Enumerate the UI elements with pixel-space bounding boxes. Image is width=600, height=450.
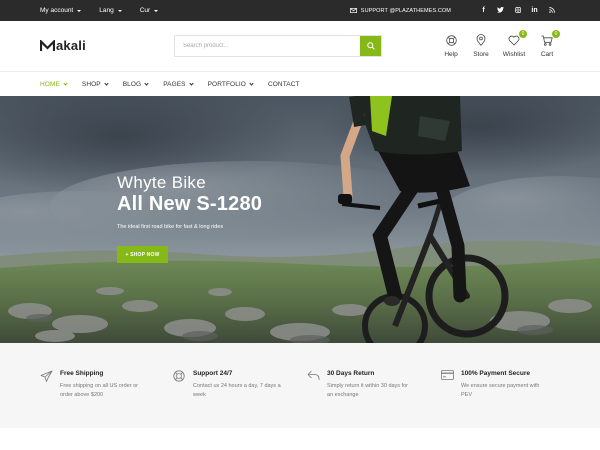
hero-description: The ideal first road bike for fast & lon… [117,224,224,230]
credit-card-icon [441,370,454,380]
site-header: akali Help [0,21,600,71]
chevron-down-icon [249,81,254,86]
feature-description-line: order above $200 [60,392,104,398]
support-email-text: SUPPORT @PLAZATHEMES.COM [360,7,451,14]
twitter-icon[interactable] [492,7,509,14]
chevron-down-icon [104,81,109,86]
facebook-icon[interactable]: f [475,7,492,14]
nav-item-blog[interactable]: BLOG [122,81,149,88]
nav-item-label: CONTACT [267,81,300,88]
my-account-dropdown[interactable]: My account [40,7,82,14]
chevron-down-icon [77,9,82,12]
top-bar: My account Lang Cur SUPPORT @PLAZATHEMES… [0,0,600,21]
nav-item-home[interactable]: HOME [40,81,68,88]
nav-item-portfolio[interactable]: PORTFOLIO [207,81,254,88]
search-bar [174,35,382,57]
wishlist-link[interactable]: 0 Wishlist [496,30,532,58]
linkedin-icon[interactable]: in [526,7,543,14]
top-bar-right: SUPPORT @PLAZATHEMES.COM f in [349,0,560,21]
logo[interactable]: akali [40,38,86,53]
logo-mark-icon [40,39,55,51]
chevron-down-icon [144,81,149,86]
hero-title: All New S-1280 [117,193,263,215]
chevron-down-icon [189,81,194,86]
heart-icon [508,35,520,46]
chevron-down-icon [63,81,68,86]
return-icon [307,370,320,380]
feature-description-line: an exchange [327,392,359,398]
feature-description-line: Contact us 24 hours a day, 7 days a [193,383,281,389]
language-label: Lang [99,7,114,14]
feature-description-line: Simply return it within 30 days for [327,383,409,389]
nav-item-label: BLOG [122,81,142,88]
help-link[interactable]: Help [436,33,466,58]
search-icon [366,42,375,50]
feature-description-line: We ensure secure payment with [461,383,540,389]
chevron-down-icon [117,9,122,12]
main-nav: HOME SHOP BLOG PAGES PORTFOLIO CONTACT [0,71,600,96]
currency-dropdown[interactable]: Cur [139,7,159,14]
features-strip: Free Shipping Free shipping on all US or… [0,343,600,428]
hero-banner: Whyte Bike All New S-1280 The ideal firs… [0,96,600,343]
wishlist-label: Wishlist [502,51,526,58]
feature-free-shipping: Free Shipping Free shipping on all US or… [40,370,165,400]
store-label: Store [473,51,489,58]
logo-text: akali [56,38,86,53]
top-bar-left: My account Lang Cur [40,0,159,21]
my-account-label: My account [40,7,74,14]
lifebuoy-icon [445,34,457,46]
wishlist-count-badge: 0 [519,30,527,38]
nav-item-label: HOME [40,81,60,88]
hero-text: Whyte Bike All New S-1280 The ideal firs… [117,173,262,230]
nav-item-pages[interactable]: PAGES [163,81,194,88]
nav-item-shop[interactable]: SHOP [81,81,109,88]
plane-icon [40,370,53,382]
instagram-icon[interactable] [509,7,526,14]
feature-description-line: week [193,392,206,398]
feature-title: 100% Payment Secure [461,370,531,377]
feature-title: 30 Days Return [327,370,375,377]
cart-label: Cart [540,51,554,58]
cart-count-badge: 0 [552,30,560,38]
mail-icon [349,8,357,13]
support-email-link[interactable]: SUPPORT @PLAZATHEMES.COM [349,7,451,14]
search-input[interactable] [175,36,360,56]
feature-support: Support 24/7 Contact us 24 hours a day, … [173,370,298,400]
feature-description-line: PEV [461,392,473,398]
currency-label: Cur [139,7,151,14]
social-links: f in [475,7,560,14]
language-dropdown[interactable]: Lang [99,7,122,14]
nav-item-label: PAGES [163,81,186,88]
cart-link[interactable]: 0 Cart [532,30,562,58]
header-actions: Help Store 0 Wishlist 0 Cart [436,30,562,58]
feature-title: Support 24/7 [193,370,233,377]
nav-item-contact[interactable]: CONTACT [268,81,300,88]
main-nav-list: HOME SHOP BLOG PAGES PORTFOLIO CONTACT [40,72,315,97]
rss-icon[interactable] [543,7,560,14]
feature-title: Free Shipping [60,370,104,377]
nav-item-label: SHOP [81,81,101,88]
nav-item-label: PORTFOLIO [207,81,246,88]
feature-secure-payment: 100% Payment Secure We ensure secure pay… [441,370,566,400]
hero-subtitle: Whyte Bike [117,173,206,192]
cart-icon [541,35,553,46]
search-button[interactable] [360,36,381,56]
feature-description-line: Free shipping on all US order or [60,383,138,389]
shop-now-button[interactable]: + SHOP NOW [117,246,168,263]
chevron-down-icon [154,9,159,12]
help-label: Help [444,51,458,58]
hero-background-image [0,96,600,343]
map-pin-icon [476,34,486,46]
store-link[interactable]: Store [466,33,496,58]
lifebuoy-icon [173,370,185,382]
feature-returns: 30 Days Return Simply return it within 3… [307,370,432,400]
